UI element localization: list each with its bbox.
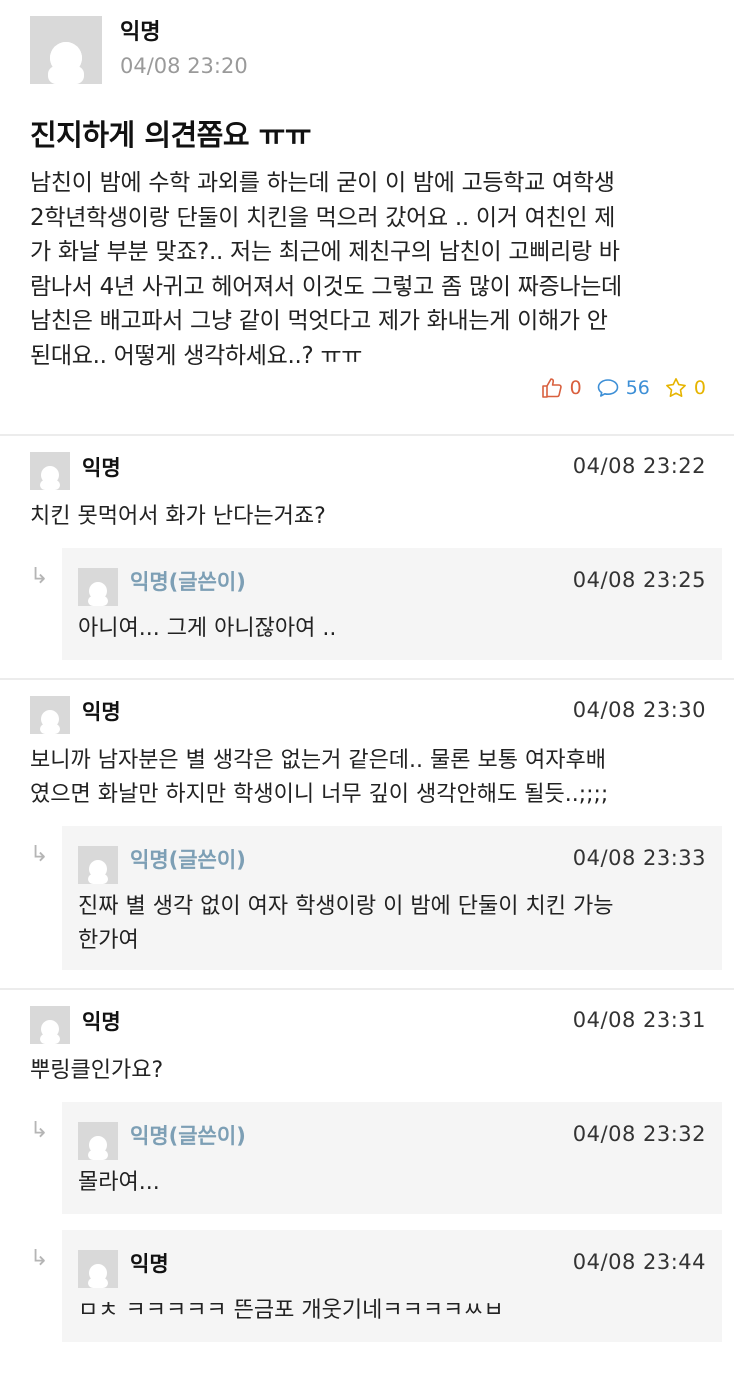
reply-line: ㅁㅊ ㅋㅋㅋㅋㅋ 뜬금포 개웃기네ㅋㅋㅋㅋㅆㅂ (78, 1298, 504, 1323)
comment-line: 보니까 남자분은 별 생각은 없는거 같은데.. 물론 보통 여자후배 (30, 748, 606, 773)
default-user-icon (88, 1136, 108, 1160)
reply-arrow-icon: ↳ (30, 564, 49, 589)
reply-line: 몰라여... (78, 1170, 160, 1195)
avatar[interactable] (30, 1006, 70, 1044)
reply-arrow-icon: ↳ (30, 1118, 49, 1143)
avatar[interactable] (78, 568, 118, 606)
divider (0, 434, 734, 436)
comment: 익명 04/08 23:31 뿌링클인가요? ↳ 익명(글쓴이) 04/08 2… (0, 1006, 734, 1366)
post-stats: 0 56 0 (540, 376, 706, 400)
comment-text: 보니까 남자분은 별 생각은 없는거 같은데.. 물론 보통 여자후배 였으면 … (30, 744, 710, 812)
avatar[interactable] (78, 1250, 118, 1288)
post: 익명 04/08 23:20 진지하게 의견쫌요 ㅠㅠ 남친이 밤에 수학 과외… (0, 0, 734, 436)
avatar[interactable] (78, 846, 118, 884)
default-user-icon (40, 466, 60, 490)
comment-author: 익명 (82, 456, 121, 480)
post-body-line: 된대요.. 어떻게 생각하세요..? ㅠㅠ (30, 342, 363, 369)
avatar[interactable] (30, 696, 70, 734)
post-body-line: 가 화날 부분 맞죠?.. 저는 최근에 제친구의 남친이 고삐리랑 바 (30, 239, 620, 265)
star-icon (666, 378, 686, 397)
post-author: 익명 (120, 20, 161, 45)
avatar[interactable] (78, 1122, 118, 1160)
reply-line: 아니여... 그게 아니잖아여 .. (78, 616, 337, 641)
reply-arrow-icon: ↳ (30, 1246, 49, 1271)
comment-count: 56 (625, 377, 650, 399)
reply-time: 04/08 23:33 (572, 846, 706, 870)
default-user-icon (40, 710, 60, 734)
reply-text: 아니여... 그게 아니잖아여 .. (78, 612, 708, 646)
reply-author: 익명 (130, 1252, 169, 1276)
reply-time: 04/08 23:44 (572, 1250, 706, 1274)
reply: 익명 04/08 23:44 ㅁㅊ ㅋㅋㅋㅋㅋ 뜬금포 개웃기네ㅋㅋㅋㅋㅆㅂ (62, 1230, 722, 1342)
reply-time: 04/08 23:25 (572, 568, 706, 592)
reply: 익명(글쓴이) 04/08 23:33 진짜 별 생각 없이 여자 학생이랑 이… (62, 826, 722, 970)
comment-count-button[interactable]: 56 (596, 376, 650, 400)
reply-arrow-icon: ↳ (30, 842, 49, 867)
reply-line: 진짜 별 생각 없이 여자 학생이랑 이 밤에 단둘이 치킨 가능 (78, 894, 614, 919)
reply-text: 몰라여... (78, 1166, 708, 1200)
comment-time: 04/08 23:31 (572, 1008, 706, 1032)
default-user-icon (88, 860, 108, 884)
scrap-count: 0 (693, 377, 706, 399)
comment-line: 였으면 화날만 하지만 학생이니 너무 깊이 생각안해도 될듯..;;;; (30, 782, 609, 807)
comment: 익명 04/08 23:30 보니까 남자분은 별 생각은 없는거 같은데.. … (0, 696, 734, 986)
comment-time: 04/08 23:22 (572, 454, 706, 478)
like-count: 0 (569, 377, 582, 399)
reply-author: 익명(글쓴이) (130, 1124, 246, 1148)
avatar[interactable] (30, 16, 102, 84)
comment: 익명 04/08 23:22 치킨 못먹어서 화가 난다는거죠? ↳ 익명(글쓴… (0, 452, 734, 672)
comment-author: 익명 (82, 1010, 121, 1034)
reply: 익명(글쓴이) 04/08 23:32 몰라여... (62, 1102, 722, 1214)
thumbs-up-icon (541, 378, 562, 398)
comment-text: 뿌링클인가요? (30, 1054, 710, 1088)
default-user-icon (88, 582, 108, 606)
post-body-line: 남친이 밤에 수학 과외를 하는데 굳이 이 밤에 고등학교 여학생 (30, 170, 615, 196)
comment-line: 뿌링클인가요? (30, 1058, 164, 1083)
post-time: 04/08 23:20 (120, 54, 248, 78)
comment-text: 치킨 못먹어서 화가 난다는거죠? (30, 500, 710, 534)
reply-author: 익명(글쓴이) (130, 570, 246, 594)
avatar[interactable] (30, 452, 70, 490)
default-user-icon (40, 1020, 60, 1044)
post-title: 진지하게 의견쫌요 ㅠㅠ (30, 118, 312, 152)
reply-time: 04/08 23:32 (572, 1122, 706, 1146)
comment-line: 치킨 못먹어서 화가 난다는거죠? (30, 504, 326, 529)
comment-time: 04/08 23:30 (572, 698, 706, 722)
reply-author: 익명(글쓴이) (130, 848, 246, 872)
reply: 익명(글쓴이) 04/08 23:25 아니여... 그게 아니잖아여 .. (62, 548, 722, 660)
comment-author: 익명 (82, 700, 121, 724)
default-user-icon (88, 1264, 108, 1288)
default-user-icon (48, 42, 84, 84)
scrap-button[interactable]: 0 (664, 376, 706, 400)
reply-text: ㅁㅊ ㅋㅋㅋㅋㅋ 뜬금포 개웃기네ㅋㅋㅋㅋㅆㅂ (78, 1294, 708, 1328)
divider (0, 988, 734, 990)
post-body-line: 람나서 4년 사귀고 헤어져서 이것도 그렇고 좀 많이 짜증나는데 (30, 273, 622, 300)
reply-line: 한가여 (78, 928, 139, 953)
post-body-line: 2학년학생이랑 단둘이 치킨을 먹으러 갔어요 .. 이거 여친인 제 (30, 204, 616, 231)
speech-bubble-icon (597, 379, 619, 397)
reply-text: 진짜 별 생각 없이 여자 학생이랑 이 밤에 단둘이 치킨 가능 한가여 (78, 890, 708, 958)
divider (0, 678, 734, 680)
like-button[interactable]: 0 (540, 376, 582, 400)
post-body: 남친이 밤에 수학 과외를 하는데 굳이 이 밤에 고등학교 여학생 2학년학생… (30, 166, 714, 373)
post-body-line: 남친은 배고파서 그냥 같이 먹엇다고 제가 화내는게 이해가 안 (30, 308, 608, 334)
